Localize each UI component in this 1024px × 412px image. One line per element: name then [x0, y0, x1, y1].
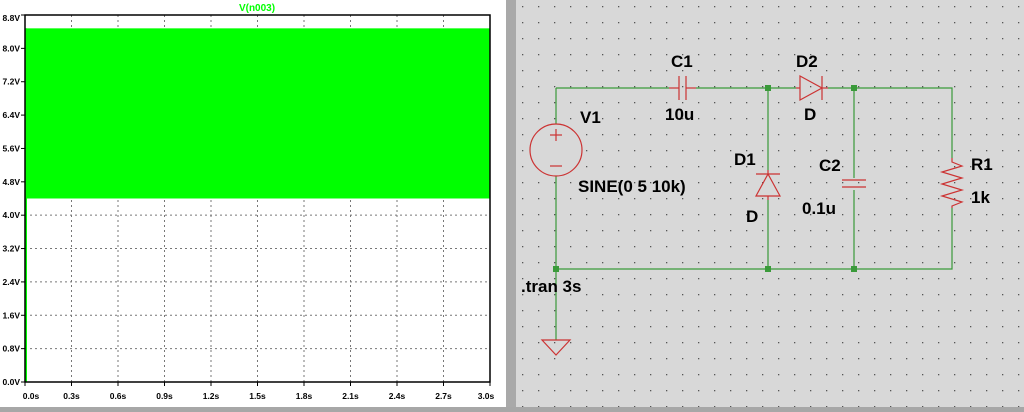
- x-tick-label: 0.9s: [156, 391, 173, 401]
- schematic-grid: [516, 0, 1024, 407]
- waveform-plot[interactable]: 0.0s 0.3s 0.6s 0.9s 1.2s 1.5s 1.8s 2.1s 2.4s 2.7s…: [0, 0, 506, 407]
- v1-name: V1: [580, 108, 601, 127]
- d2-value: D: [804, 105, 816, 124]
- schematic-editor[interactable]: V1 SINE(0 5 10k) C1 10u D2 D D1 D C2 0.1…: [516, 0, 1024, 407]
- x-tick-label: 2.4s: [389, 391, 406, 401]
- x-axis-ticks: 0.0s 0.3s 0.6s 0.9s 1.2s 1.5s 1.8s 2.1s 2.4s 2.7s…: [23, 382, 495, 401]
- y-axis-ticks: 0.0V 0.8V 1.6V 2.4V 3.2V 4.0V 4.8V 5.6V 6.4V 7.2V…: [3, 13, 25, 387]
- r1-value: 1k: [971, 188, 990, 207]
- y-tick-label: 8.0V: [3, 43, 21, 53]
- y-tick-label: 5.6V: [3, 143, 21, 153]
- x-tick-label: 3.0s: [478, 391, 495, 401]
- d1-name: D1: [734, 150, 756, 169]
- c2-name: C2: [819, 156, 841, 175]
- x-tick-label: 0.6s: [110, 391, 127, 401]
- y-tick-label: 2.4V: [3, 277, 21, 287]
- waveform-viewer[interactable]: 0.0s 0.3s 0.6s 0.9s 1.2s 1.5s 1.8s 2.1s 2.4s 2.7s…: [0, 0, 506, 407]
- c2-value: 0.1u: [802, 199, 836, 218]
- y-tick-label: 0.8V: [3, 344, 21, 354]
- v1-source[interactable]: [529, 123, 583, 177]
- trace-title[interactable]: V(n003): [239, 3, 275, 14]
- x-tick-label: 0.0s: [23, 391, 40, 401]
- y-tick-label: 3.2V: [3, 244, 21, 254]
- c1-name: C1: [671, 52, 693, 71]
- x-tick-label: 0.3s: [63, 391, 80, 401]
- pane-divider[interactable]: [506, 0, 516, 407]
- x-tick-label: 2.1s: [342, 391, 359, 401]
- y-tick-label: 4.8V: [3, 177, 21, 187]
- trace-envelope: [25, 28, 490, 199]
- tran-directive[interactable]: .tran 3s: [521, 277, 581, 296]
- v1-value: SINE(0 5 10k): [578, 177, 686, 196]
- y-tick-label: 6.4V: [3, 110, 21, 120]
- y-tick-label: 7.2V: [3, 77, 21, 87]
- y-tick-label: 4.0V: [3, 210, 21, 220]
- x-tick-label: 1.5s: [249, 391, 266, 401]
- c1-value: 10u: [665, 105, 694, 124]
- d2-name: D2: [796, 52, 818, 71]
- x-tick-label: 2.7s: [435, 391, 452, 401]
- y-tick-label: 0.0V: [3, 377, 21, 387]
- d1-value: D: [746, 207, 758, 226]
- x-tick-label: 1.8s: [296, 391, 313, 401]
- r1-name: R1: [971, 155, 993, 174]
- x-tick-label: 1.2s: [203, 391, 220, 401]
- y-tick-label: 8.8V: [3, 13, 21, 23]
- y-tick-label: 1.6V: [3, 310, 21, 320]
